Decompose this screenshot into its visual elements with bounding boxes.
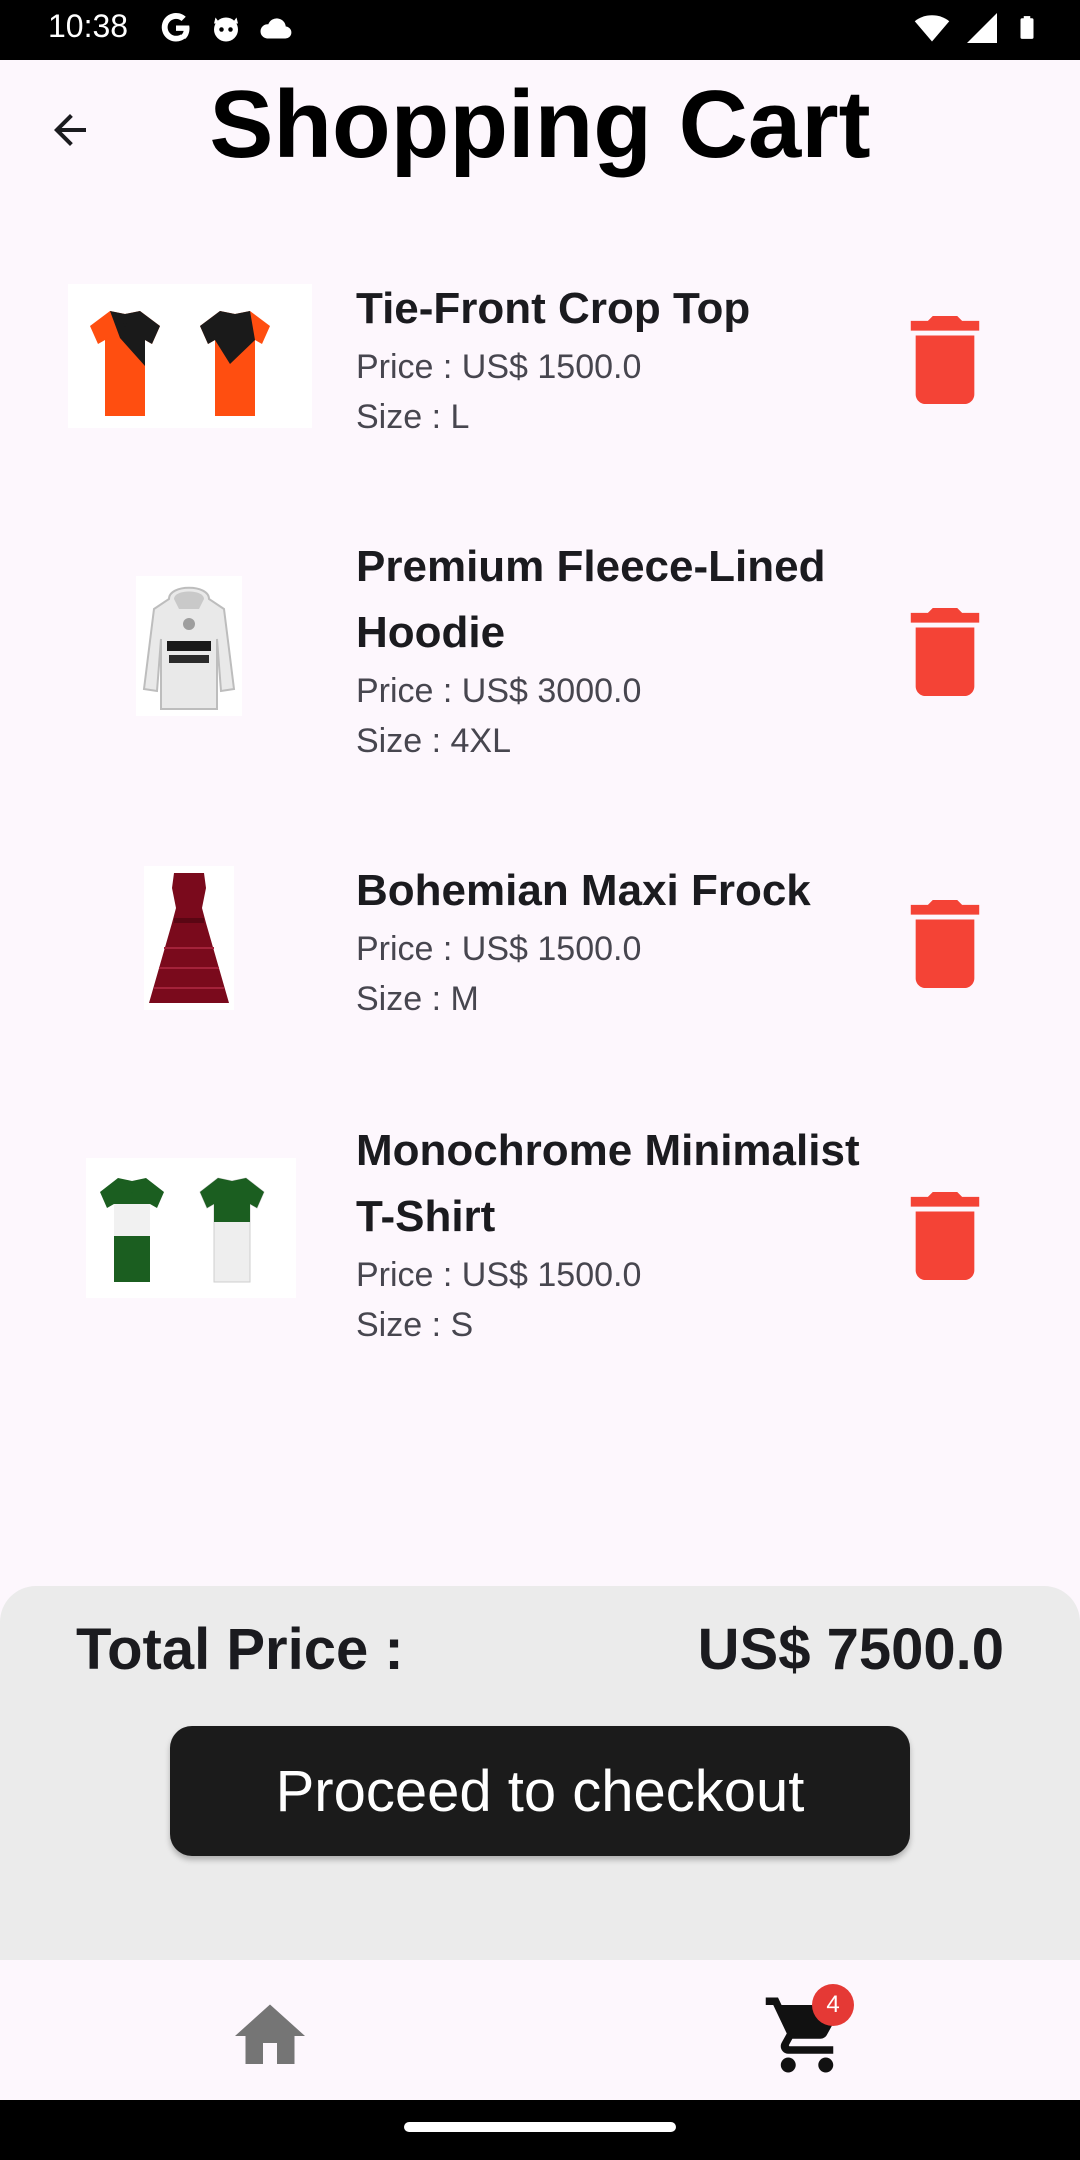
item-size: Size : L [356, 398, 470, 436]
item-size: Size : 4XL [356, 722, 511, 760]
cart-badge: 4 [812, 1984, 854, 2026]
total-panel: Total Price : US$ 7500.0 Proceed to chec… [0, 1586, 1080, 1960]
item-price: Price : US$ 3000.0 [356, 672, 642, 710]
product-image [86, 1158, 296, 1298]
status-left-icons [158, 10, 294, 46]
total-value: US$ 7500.0 [697, 1617, 1004, 1682]
product-image-white-hoodie [142, 586, 236, 710]
item-name: Premium Fleece-Lined Hoodie [356, 542, 826, 657]
cat-face-icon [214, 17, 238, 42]
status-time: 10:38 [48, 8, 129, 44]
signal-icon [967, 13, 997, 43]
item-info: Bohemian Maxi Frock Price : US$ 1500.0 S… [356, 858, 876, 1024]
item-size: Size : M [356, 980, 479, 1018]
home-gesture-handle[interactable] [404, 2122, 676, 2132]
product-image-orange-polo [90, 311, 270, 416]
status-right-icons [914, 10, 1040, 46]
delete-item-button[interactable] [910, 316, 980, 404]
cart-item-list: Tie-Front Crop Top Price : US$ 1500.0 Si… [0, 240, 1080, 1418]
page-title: Shopping Cart [209, 71, 871, 178]
cloud-icon [260, 18, 292, 39]
total-label: Total Price : [76, 1617, 404, 1682]
cart-item[interactable]: Monochrome Minimalist T-Shirt Price : US… [0, 1118, 1080, 1418]
item-price: Price : US$ 1500.0 [356, 930, 642, 968]
item-info: Monochrome Minimalist T-Shirt Price : US… [356, 1118, 876, 1350]
home-icon[interactable] [228, 1994, 312, 2078]
status-bar: 10:38 [0, 0, 1080, 60]
item-name: Bohemian Maxi Frock [356, 866, 811, 915]
battery-icon [1020, 16, 1034, 39]
system-navigation-bar [0, 2100, 1080, 2160]
cart-item[interactable]: Tie-Front Crop Top Price : US$ 1500.0 Si… [0, 240, 1080, 534]
wifi-icon [914, 15, 950, 42]
item-price: Price : US$ 1500.0 [356, 348, 642, 386]
product-image [68, 284, 312, 428]
cart-item[interactable]: Bohemian Maxi Frock Price : US$ 1500.0 S… [0, 826, 1080, 1118]
checkout-button[interactable]: Proceed to checkout [170, 1726, 910, 1856]
delete-item-button[interactable] [910, 608, 980, 696]
item-name: Monochrome Minimalist T-Shirt [356, 1126, 860, 1241]
item-info: Tie-Front Crop Top Price : US$ 1500.0 Si… [356, 276, 876, 442]
delete-item-button[interactable] [910, 900, 980, 988]
delete-item-button[interactable] [910, 1192, 980, 1280]
item-price: Price : US$ 1500.0 [356, 1256, 642, 1294]
bottom-navigation: 4 [0, 1960, 1080, 2100]
item-name: Tie-Front Crop Top [356, 284, 751, 333]
product-image-green-polo [100, 1177, 265, 1283]
product-image-maroon-dress [149, 873, 229, 1003]
item-info: Premium Fleece-Lined Hoodie Price : US$ … [356, 534, 876, 766]
cart-item[interactable]: Premium Fleece-Lined Hoodie Price : US$ … [0, 534, 1080, 826]
product-image [144, 866, 234, 1010]
app-bar: Shopping Cart [0, 60, 1080, 200]
google-icon [161, 13, 190, 42]
item-size: Size : S [356, 1306, 474, 1344]
product-image [136, 576, 242, 716]
